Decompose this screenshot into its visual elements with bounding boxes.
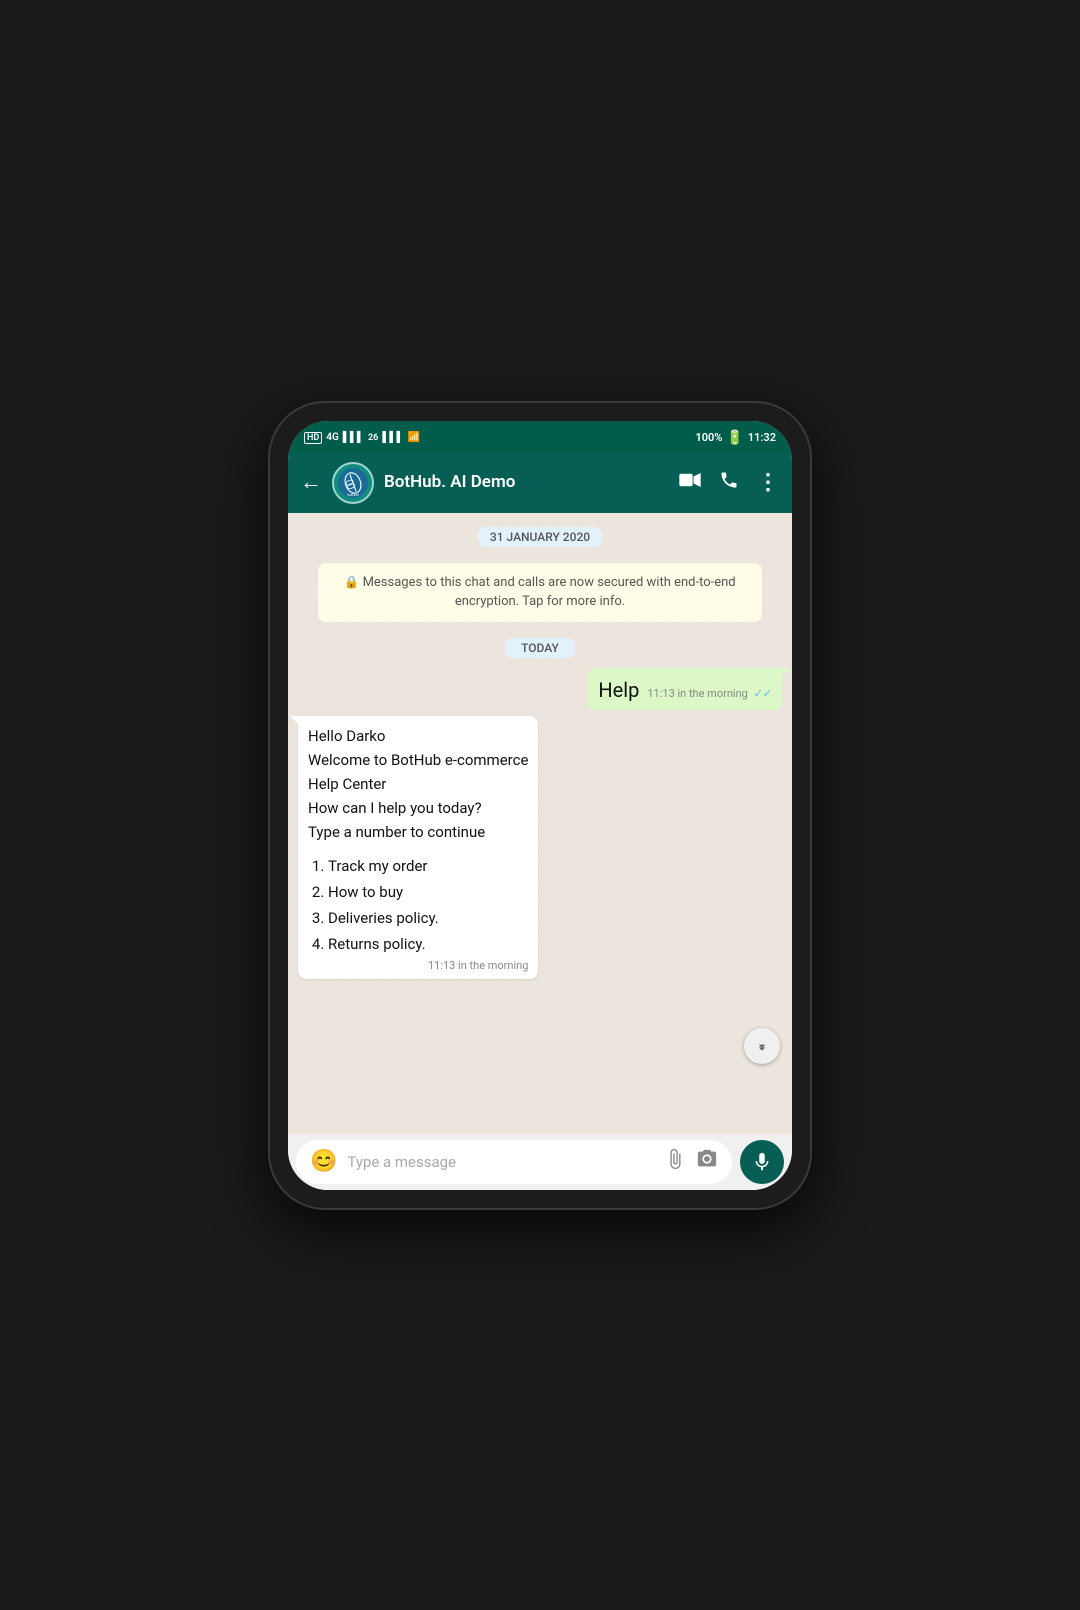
chat-body: 31 JANUARY 2020 🔒 Messages to this chat … — [288, 513, 792, 1134]
bot-option-2: How to buy — [328, 880, 528, 904]
avatar: bothub — [332, 462, 374, 504]
scroll-down-button[interactable] — [744, 1028, 780, 1064]
contact-name: BotHub. AI Demo — [384, 472, 669, 492]
voice-call-icon[interactable] — [719, 470, 739, 495]
date-label-old: 31 JANUARY 2020 — [478, 527, 602, 547]
sent-bubble: Help 11:13 in the morning ✓✓ — [588, 668, 782, 710]
phone-frame: HD 4G ▌▌▌ 26 ▌▌▌ 📶 100% 🔋 11:32 ← — [270, 403, 810, 1208]
received-message-meta: 11:13 in the morning — [308, 958, 528, 973]
bot-line4: Type a number to continue — [308, 820, 528, 844]
phone-screen: HD 4G ▌▌▌ 26 ▌▌▌ 📶 100% 🔋 11:32 ← — [288, 421, 792, 1190]
battery-icon: 🔋 — [726, 430, 743, 446]
chat-input-bar: 😊 Type a message — [288, 1134, 792, 1190]
status-right: 100% 🔋 11:32 — [695, 430, 776, 446]
attach-button[interactable] — [664, 1148, 686, 1175]
status-bar: HD 4G ▌▌▌ 26 ▌▌▌ 📶 100% 🔋 11:32 — [288, 421, 792, 453]
bot-line2: Help Center — [308, 772, 528, 796]
header-icons: ⋮ — [679, 470, 780, 495]
signal-bars-1: ▌▌▌ — [343, 432, 364, 443]
lock-icon: 🔒 — [344, 575, 359, 589]
signal-bars-2: ▌▌▌ — [382, 432, 403, 443]
battery-text: 100% — [695, 431, 722, 444]
bot-line3: How can I help you today? — [308, 796, 528, 820]
wifi-icon: 📶 — [408, 432, 420, 443]
emoji-button[interactable]: 😊 — [310, 1149, 337, 1174]
double-check-icon: ✓✓ — [754, 687, 772, 700]
bot-option-3: Deliveries policy. — [328, 906, 528, 930]
bot-option-4: Returns policy. — [328, 932, 528, 956]
chat-header: ← bothub BotHub. AI Demo — [288, 453, 792, 513]
bubble-tail — [782, 668, 790, 676]
sent-message-row: Help 11:13 in the morning ✓✓ — [298, 668, 782, 710]
bot-option-1: Track my order — [328, 854, 528, 878]
received-bubble-tail — [290, 716, 298, 724]
bot-message-content: Hello Darko Welcome to BotHub e-commerce… — [308, 724, 528, 956]
bot-greeting: Hello Darko — [308, 724, 528, 748]
clock: 11:32 — [748, 431, 776, 444]
network-4g: 4G — [326, 432, 339, 443]
back-button[interactable]: ← — [300, 472, 322, 494]
bot-line1: Welcome to BotHub e-commerce — [308, 748, 528, 772]
camera-button[interactable] — [696, 1148, 718, 1175]
video-call-icon[interactable] — [679, 472, 701, 493]
date-divider-old: 31 JANUARY 2020 — [298, 527, 782, 547]
bot-options-list: Track my order How to buy Deliveries pol… — [308, 854, 528, 956]
sent-message-meta: 11:13 in the morning ✓✓ — [647, 686, 772, 701]
encryption-text: Messages to this chat and calls are now … — [363, 575, 736, 610]
hd-indicator: HD — [304, 432, 322, 444]
sent-message-text: Help — [598, 676, 639, 704]
sent-message-content: Help 11:13 in the morning ✓✓ — [598, 676, 772, 704]
more-options-icon[interactable]: ⋮ — [757, 470, 780, 495]
received-bubble: Hello Darko Welcome to BotHub e-commerce… — [298, 716, 538, 979]
network-2g: 26 — [368, 433, 378, 443]
date-divider-today: TODAY — [298, 638, 782, 658]
mic-button[interactable] — [740, 1140, 784, 1184]
status-left: HD 4G ▌▌▌ 26 ▌▌▌ 📶 — [304, 432, 420, 444]
header-info: BotHub. AI Demo — [384, 472, 669, 492]
received-message-row: Hello Darko Welcome to BotHub e-commerce… — [298, 716, 782, 979]
sent-time: 11:13 in the morning — [647, 687, 747, 700]
svg-text:bothub: bothub — [347, 492, 358, 496]
received-message-time: 11:13 in the morning — [428, 958, 528, 973]
message-input-placeholder[interactable]: Type a message — [347, 1153, 654, 1171]
message-input-wrapper[interactable]: 😊 Type a message — [296, 1140, 732, 1184]
encryption-notice[interactable]: 🔒 Messages to this chat and calls are no… — [318, 563, 762, 622]
date-label-today: TODAY — [505, 638, 575, 658]
